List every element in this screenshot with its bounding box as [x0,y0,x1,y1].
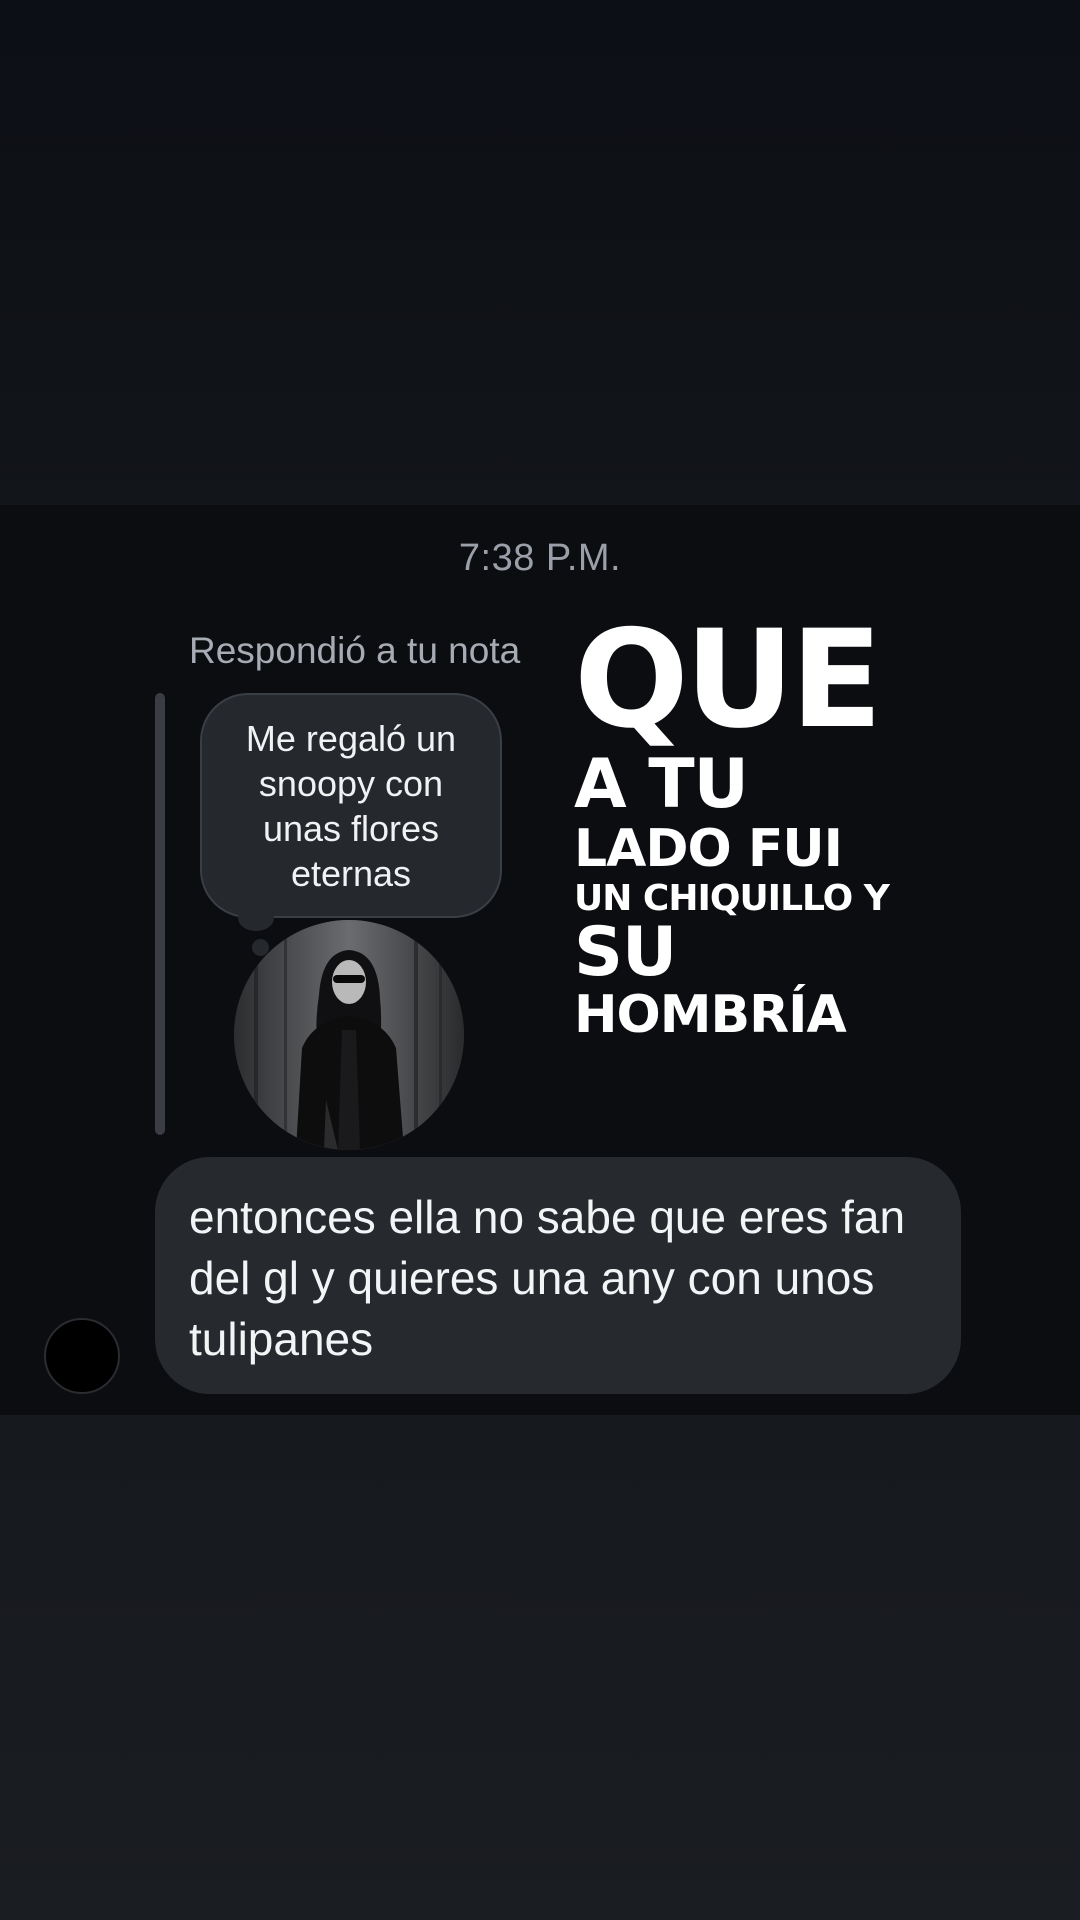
lyrics-line-2: A TU [574,745,749,824]
message-timestamp: 7:38 P.M. [458,537,622,579]
reply-context-label: Respondió a tu nota [189,630,521,671]
lyrics-line-1: QUE [574,601,883,758]
top-background [0,0,1080,505]
lyrics-line-3: LADO FUI [574,819,843,879]
reply-indicator-bar [155,693,165,1135]
note-thought-tail [238,905,274,931]
note-author-avatar[interactable] [234,920,464,1150]
lyrics-line-4: UN CHIQUILLO Y [574,878,890,919]
profile-photo-icon [234,920,464,1150]
replied-note-bubble[interactable]: Me regaló un snoopy con unas flores eter… [200,693,502,918]
message-text: entonces ella no sabe que eres fan del g… [189,1191,906,1365]
lyrics-overlay: QUE A TU LADO FUI UN CHIQUILLO Y SU HOMB… [574,612,994,1041]
sender-avatar[interactable] [44,1318,120,1394]
lyrics-line-5: SU [574,913,677,992]
bottom-background [0,1415,1080,1920]
lyrics-line-6: HOMBRÍA [574,985,847,1045]
note-text: Me regaló un snoopy con unas flores eter… [245,717,457,894]
received-message-bubble[interactable]: entonces ella no sabe que eres fan del g… [155,1157,961,1394]
